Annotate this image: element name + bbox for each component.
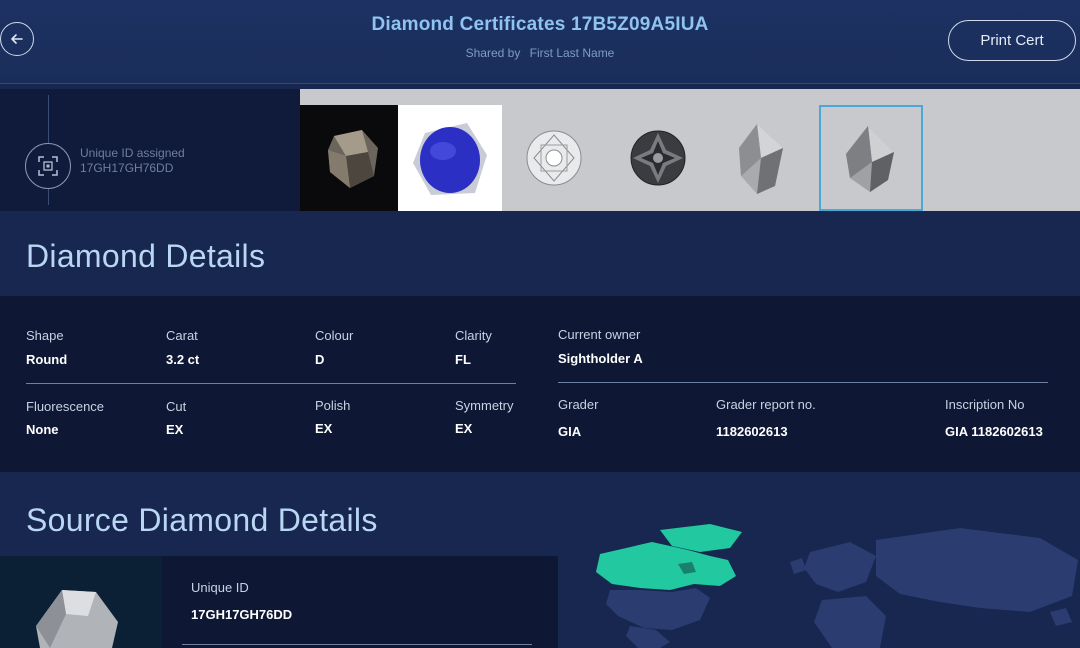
inscription-label: Inscription No <box>945 397 1025 412</box>
uid-badge <box>25 143 71 189</box>
grader-report-label: Grader report no. <box>716 397 816 412</box>
round-brilliant-top-image <box>526 130 582 186</box>
scan-frame-icon <box>38 156 58 176</box>
thumbnail-strip <box>300 89 1080 211</box>
polish-value: EX <box>315 421 333 436</box>
grader-report-value: 1182602613 <box>716 424 788 439</box>
shared-by-name: First Last Name <box>529 46 615 60</box>
details-divider-left <box>26 383 516 384</box>
source-diamond-image <box>0 556 162 648</box>
rough-crystal-selected-image <box>846 126 894 192</box>
world-map <box>560 512 1080 648</box>
symmetry-label: Symmetry <box>455 398 514 413</box>
thumbnail-blue-scan[interactable] <box>398 105 502 211</box>
rough-diamond-source-image <box>36 590 118 648</box>
world-map-image <box>596 524 1078 648</box>
print-cert-button[interactable]: Print Cert <box>948 20 1076 61</box>
shape-value: Round <box>26 352 68 367</box>
carat-value: 3.2 ct <box>166 352 200 367</box>
clarity-value: FL <box>455 352 471 367</box>
header-bar: Diamond Certificates 17B5Z09A5IUA Shared… <box>0 0 1080 84</box>
polish-label: Polish <box>315 398 351 413</box>
shared-by-label: Shared by <box>465 46 521 60</box>
fluorescence-value: None <box>26 422 59 437</box>
owner-value: Sightholder A <box>558 351 643 366</box>
thumbnail-round-brilliant-dark[interactable] <box>606 105 710 211</box>
source-details-title: Source Diamond Details <box>26 502 378 538</box>
colour-label: Colour <box>315 328 354 343</box>
source-uid-label: Unique ID <box>191 580 249 595</box>
source-details-panel: Unique ID 17GH17GH76DD <box>0 556 558 648</box>
blue-scan-image <box>413 123 487 195</box>
rough-diamond-image <box>328 130 378 188</box>
thumbnail-rough-diamond[interactable] <box>300 105 404 211</box>
thumbnail-round-brilliant-top[interactable] <box>502 105 606 211</box>
image-gallery: Unique ID assigned 17GH17GH76DD <box>0 89 1080 211</box>
shape-label: Shape <box>26 328 64 343</box>
carat-label: Carat <box>166 328 198 343</box>
uid-assigned-panel: Unique ID assigned 17GH17GH76DD <box>0 89 300 211</box>
uid-assigned-label: Unique ID assigned <box>80 146 185 160</box>
source-divider <box>182 644 532 645</box>
inscription-value: GIA 1182602613 <box>945 424 1043 439</box>
details-divider-right <box>558 382 1048 383</box>
rough-crystal-image <box>739 124 783 194</box>
cut-label: Cut <box>166 399 187 414</box>
thumbnail-rough-crystal[interactable] <box>710 105 814 211</box>
page-title: Diamond Certificates 17B5Z09A5IUA <box>371 14 709 35</box>
diamond-details-title: Diamond Details <box>26 238 266 274</box>
colour-value: D <box>315 352 325 367</box>
thumbnail-rough-crystal-selected[interactable] <box>819 105 923 211</box>
shared-by-line: Shared by First Last Name <box>0 46 1080 60</box>
grader-value: GIA <box>558 424 582 439</box>
fluorescence-label: Fluorescence <box>26 399 105 414</box>
grader-label: Grader <box>558 397 599 412</box>
diamond-details-panel: Shape Round Carat 3.2 ct Colour D Clarit… <box>0 296 1080 472</box>
round-brilliant-dark-image <box>630 130 686 186</box>
symmetry-value: EX <box>455 421 473 436</box>
owner-label: Current owner <box>558 327 641 342</box>
source-uid-value: 17GH17GH76DD <box>191 607 293 622</box>
clarity-label: Clarity <box>455 328 492 343</box>
uid-assigned-value: 17GH17GH76DD <box>80 161 174 175</box>
cut-value: EX <box>166 422 184 437</box>
